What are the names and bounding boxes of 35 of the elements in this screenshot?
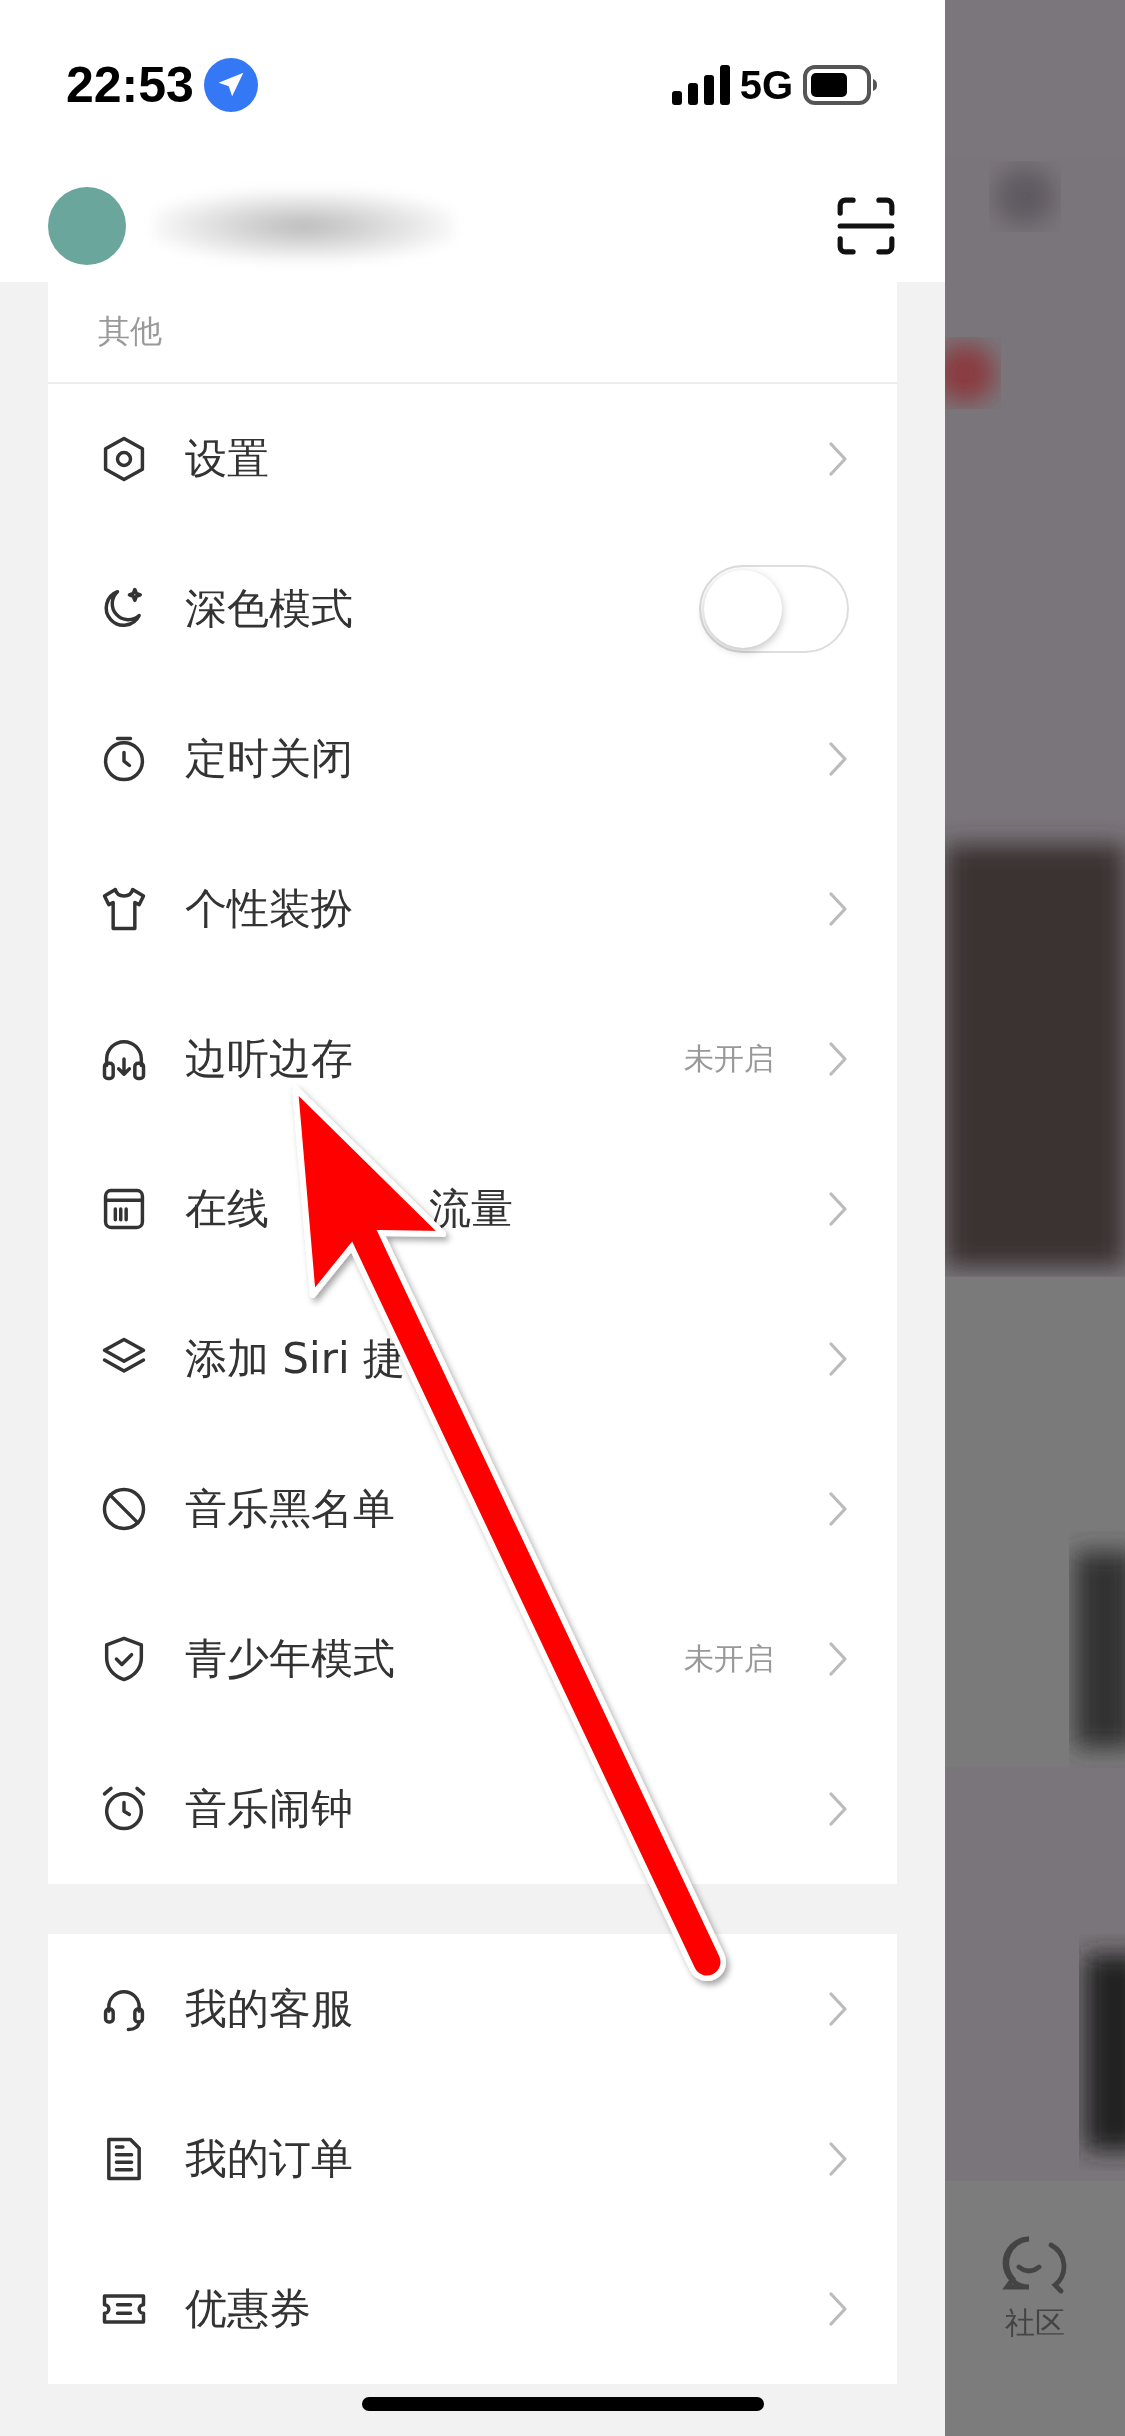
item-label: 音乐闹钟 [185, 1783, 353, 1835]
item-label: 设置 [185, 433, 269, 485]
item-label: 添加 Siri 捷 [185, 1333, 405, 1385]
section-title: 其他 [98, 311, 162, 352]
chevron-icon [827, 740, 849, 778]
chevron-icon [827, 1490, 849, 1528]
chevron-icon [827, 1640, 849, 1678]
chevron-icon [827, 2140, 849, 2178]
item-label: 深色模式 [185, 583, 354, 635]
item-label: 音乐黑名单 [185, 1483, 395, 1535]
item-label: 流量 [429, 1183, 513, 1235]
item-label: 在线 [185, 1183, 269, 1235]
item-label: 个性装扮 [185, 883, 353, 935]
item-label: 优惠券 [185, 2283, 311, 2335]
location-icon [203, 58, 258, 112]
chevron-icon [827, 1790, 849, 1828]
signal-icon [671, 65, 730, 105]
item-label: 定时关闭 [185, 733, 353, 785]
network-label: 5G [739, 62, 793, 108]
scan-icon[interactable] [835, 195, 897, 257]
chevron-icon [827, 2290, 849, 2328]
item-label: 边听边存 [185, 1033, 353, 1085]
battery-icon [803, 65, 879, 105]
chevron-icon [827, 1340, 849, 1378]
chevron-icon [827, 1040, 849, 1078]
chevron-icon [827, 1190, 849, 1228]
chevron-icon [827, 440, 849, 478]
status-time: 22:53 [66, 56, 194, 114]
item-label: 我的订单 [185, 2133, 353, 2185]
status-text: 未开启 [684, 1039, 774, 1078]
chevron-icon [827, 1990, 849, 2028]
status-text: 未开启 [684, 1639, 774, 1678]
item-label: 我的客服 [185, 1983, 353, 2035]
chevron-icon [827, 890, 849, 928]
item-label: 青少年模式 [185, 1633, 395, 1685]
